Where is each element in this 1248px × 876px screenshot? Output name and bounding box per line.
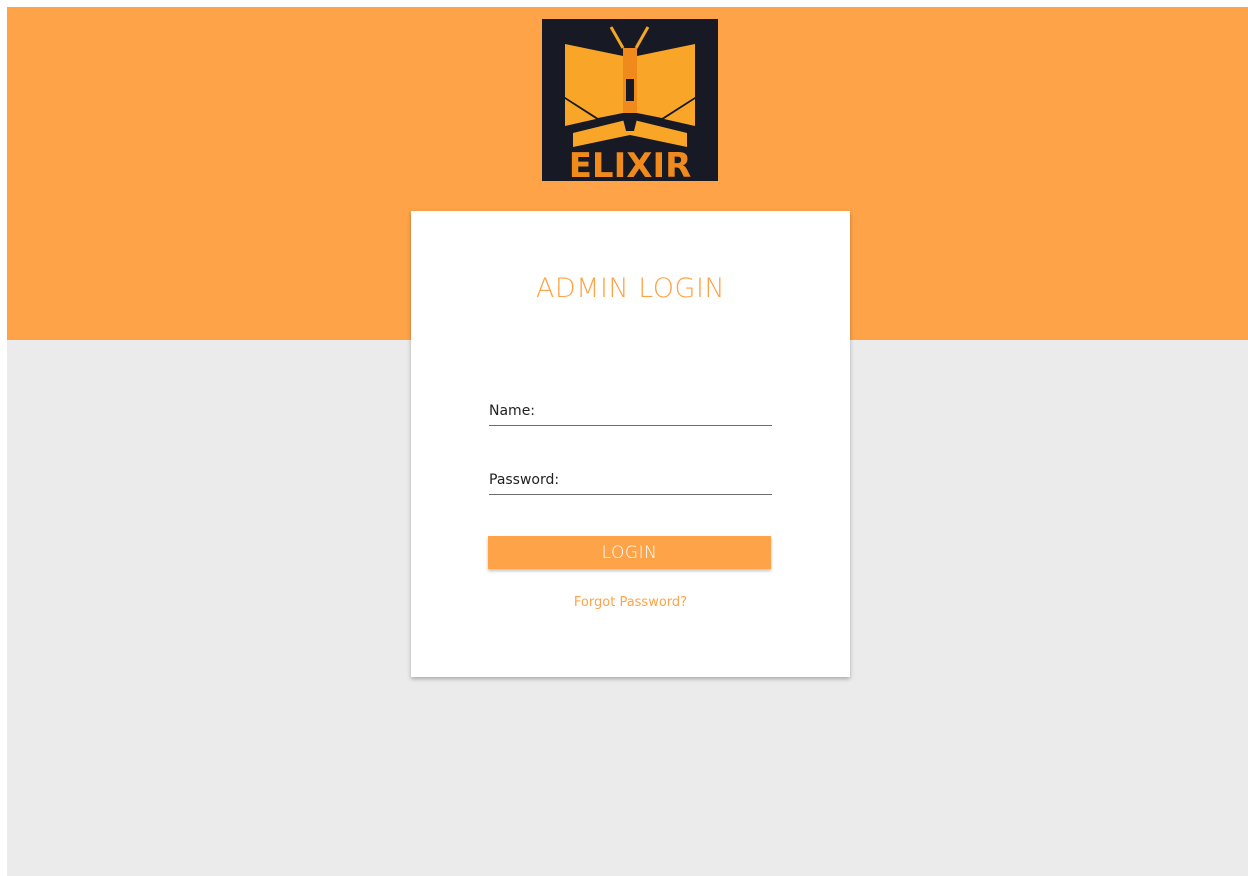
page: ELIXIR ADMIN LOGIN Name: Password: LOGIN… bbox=[7, 7, 1248, 876]
login-card: ADMIN LOGIN Name: Password: LOGIN Forgot… bbox=[411, 211, 850, 677]
page-title: ADMIN LOGIN bbox=[535, 273, 726, 304]
login-button[interactable]: LOGIN bbox=[488, 536, 771, 569]
name-input[interactable] bbox=[569, 401, 773, 425]
open-book-flask-icon: ELIXIR bbox=[565, 26, 695, 181]
name-label: Name: bbox=[489, 403, 536, 419]
logo-wordmark: ELIXIR bbox=[569, 146, 692, 181]
password-input[interactable] bbox=[569, 470, 773, 494]
elixir-logo: ELIXIR bbox=[542, 19, 718, 181]
forgot-password-link[interactable]: Forgot Password? bbox=[411, 595, 850, 610]
password-label: Password: bbox=[489, 472, 560, 488]
password-field: Password: bbox=[489, 470, 773, 495]
name-field: Name: bbox=[489, 401, 773, 426]
